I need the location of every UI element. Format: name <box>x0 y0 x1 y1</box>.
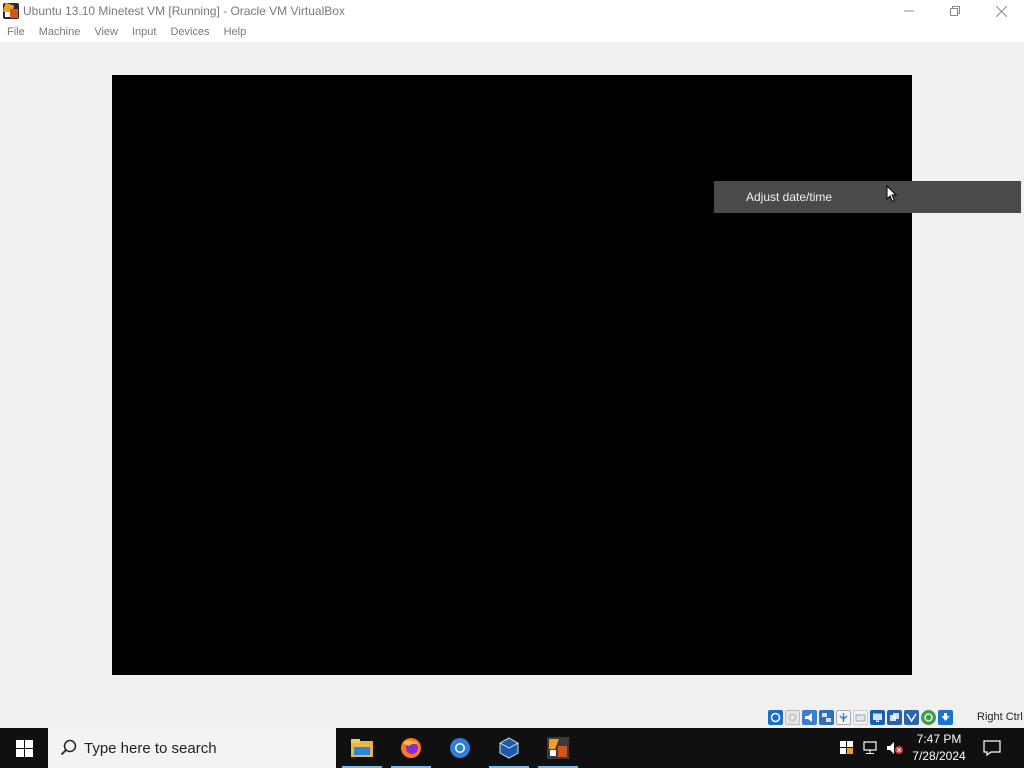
clock-time: 7:47 PM <box>916 732 962 746</box>
menu-machine[interactable]: Machine <box>32 26 88 38</box>
restore-icon <box>950 6 960 16</box>
windows-logo-icon <box>15 739 33 757</box>
file-explorer-icon <box>351 739 373 757</box>
mouse-pointer-icon <box>886 185 898 203</box>
context-menu: Adjust date/time <box>714 181 1021 213</box>
notification-icon <box>983 740 1001 756</box>
minimize-icon <box>904 10 914 12</box>
network-icon[interactable] <box>819 710 834 725</box>
action-center-button[interactable] <box>976 728 1008 768</box>
search-placeholder: Type here to search <box>84 739 217 757</box>
video-capture-icon[interactable] <box>887 710 902 725</box>
virtualization-icon[interactable] <box>904 710 919 725</box>
menu-view[interactable]: View <box>87 26 125 38</box>
menu-help[interactable]: Help <box>217 26 254 38</box>
taskbar-vm-window[interactable] <box>534 728 582 768</box>
shared-folders-icon[interactable] <box>853 710 868 725</box>
close-icon <box>995 5 1007 17</box>
mouse-integration-icon[interactable] <box>921 710 936 725</box>
taskbar-search[interactable]: Type here to search <box>48 728 336 768</box>
chrome-icon <box>450 738 470 758</box>
host-key-icon[interactable] <box>938 710 953 725</box>
virtualbox-icon <box>499 737 519 759</box>
search-icon <box>60 739 77 756</box>
display-icon[interactable] <box>870 710 885 725</box>
tray-network-button[interactable] <box>860 728 882 768</box>
vm-status-bar: Right Ctrl <box>0 708 1024 728</box>
taskbar-virtualbox[interactable] <box>485 728 533 768</box>
usb-icon[interactable] <box>836 710 851 725</box>
taskbar-chrome[interactable] <box>436 728 484 768</box>
optical-drive-icon[interactable] <box>785 710 800 725</box>
window-controls <box>886 0 1024 22</box>
taskbar: Type here to search 7:47 PM 7/28/2024 <box>0 728 1024 768</box>
taskbar-clock[interactable]: 7:47 PM 7/28/2024 <box>906 731 972 765</box>
volume-muted-icon <box>887 742 903 754</box>
close-button[interactable] <box>978 0 1024 22</box>
menu-devices[interactable]: Devices <box>163 26 216 38</box>
start-button[interactable] <box>0 728 48 768</box>
status-icons <box>768 710 953 725</box>
context-menu-item-adjust-date-time[interactable]: Adjust date/time <box>746 190 832 204</box>
tray-volume-button[interactable] <box>884 728 906 768</box>
tray-security-icon-button[interactable] <box>838 728 856 768</box>
title-bar: Ubuntu 13.10 Minetest VM [Running] - Ora… <box>0 0 1024 22</box>
audio-icon[interactable] <box>802 710 817 725</box>
vm-display[interactable] <box>112 75 912 675</box>
clock-date: 7/28/2024 <box>912 749 966 763</box>
taskbar-file-explorer[interactable] <box>338 728 386 768</box>
hard-disk-icon[interactable] <box>768 710 783 725</box>
minimize-button[interactable] <box>886 0 932 22</box>
firefox-icon <box>401 738 421 758</box>
menu-input[interactable]: Input <box>125 26 163 38</box>
window-title: Ubuntu 13.10 Minetest VM [Running] - Ora… <box>23 4 345 18</box>
taskbar-firefox[interactable] <box>387 728 435 768</box>
menu-bar: File Machine View Input Devices Help <box>0 22 1024 42</box>
maximize-button[interactable] <box>932 0 978 22</box>
vm-window-icon <box>547 737 569 759</box>
network-icon <box>863 741 877 754</box>
windows-security-icon <box>840 741 853 754</box>
virtualbox-app-icon[interactable] <box>3 3 19 19</box>
host-key-label: Right Ctrl <box>977 711 1023 723</box>
menu-file[interactable]: File <box>0 26 32 38</box>
